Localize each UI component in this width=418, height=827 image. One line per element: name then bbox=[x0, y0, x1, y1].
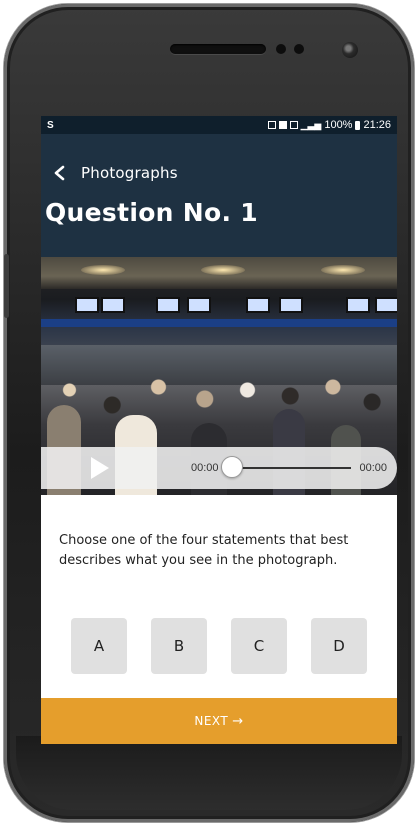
photo-ceiling-light bbox=[321, 265, 365, 275]
battery-icon bbox=[355, 120, 361, 130]
play-icon[interactable] bbox=[91, 457, 109, 479]
photo-monitor bbox=[187, 297, 211, 313]
status-app-icon: S bbox=[47, 119, 54, 131]
answer-options: A B C D bbox=[41, 618, 397, 674]
battery-percent: 100% bbox=[324, 119, 353, 131]
option-a-button[interactable]: A bbox=[71, 618, 127, 674]
chevron-left-icon bbox=[54, 165, 65, 181]
back-label: Photographs bbox=[81, 164, 178, 182]
photo-ceiling-light bbox=[201, 265, 245, 275]
wifi-icon bbox=[267, 121, 276, 129]
signal-bars-icon: ▁▃▅ bbox=[300, 119, 322, 130]
photo-signage bbox=[41, 319, 397, 327]
photo-ceiling bbox=[41, 257, 397, 289]
current-time: 00:00 bbox=[191, 462, 219, 474]
next-label: NEXT bbox=[194, 714, 229, 728]
photo-monitor bbox=[75, 297, 99, 313]
page-title: Question No. 1 bbox=[45, 198, 258, 227]
signal-outline-icon bbox=[289, 121, 298, 129]
status-bar: S ▁▃▅ 100% 21:26 bbox=[41, 116, 397, 134]
option-b-button[interactable]: B bbox=[151, 618, 207, 674]
option-c-button[interactable]: C bbox=[231, 618, 287, 674]
audio-player: 00:00 00:00 bbox=[41, 447, 397, 489]
arrow-right-icon: → bbox=[232, 713, 244, 729]
front-camera bbox=[342, 42, 358, 58]
seek-track[interactable] bbox=[220, 456, 351, 478]
option-d-button[interactable]: D bbox=[311, 618, 367, 674]
phone-frame: S ▁▃▅ 100% 21:26 Photographs Question No… bbox=[4, 4, 414, 822]
question-photo: 00:00 00:00 bbox=[41, 257, 397, 495]
sim-icon bbox=[278, 121, 287, 129]
photo-ceiling-light bbox=[81, 265, 125, 275]
app-screen: S ▁▃▅ 100% 21:26 Photographs Question No… bbox=[41, 116, 397, 744]
total-time: 00:00 bbox=[359, 462, 387, 474]
earpiece-speaker bbox=[170, 44, 266, 54]
app-header: Photographs Question No. 1 bbox=[41, 134, 397, 257]
photo-monitor bbox=[156, 297, 180, 313]
back-button[interactable]: Photographs bbox=[51, 164, 178, 182]
photo-monitor bbox=[346, 297, 370, 313]
photo-monitor bbox=[246, 297, 270, 313]
proximity-sensor bbox=[276, 44, 286, 54]
status-time: 21:26 bbox=[363, 119, 391, 131]
seek-knob[interactable] bbox=[220, 456, 243, 478]
photo-monitor bbox=[375, 297, 397, 313]
volume-button bbox=[4, 254, 9, 318]
phone-chin bbox=[16, 736, 402, 810]
status-icons: ▁▃▅ 100% 21:26 bbox=[267, 119, 391, 131]
question-text: Choose one of the four statements that b… bbox=[59, 533, 349, 568]
photo-monitor bbox=[101, 297, 125, 313]
light-sensor bbox=[294, 44, 304, 54]
photo-monitor bbox=[279, 297, 303, 313]
next-button[interactable]: NEXT → bbox=[41, 698, 397, 744]
